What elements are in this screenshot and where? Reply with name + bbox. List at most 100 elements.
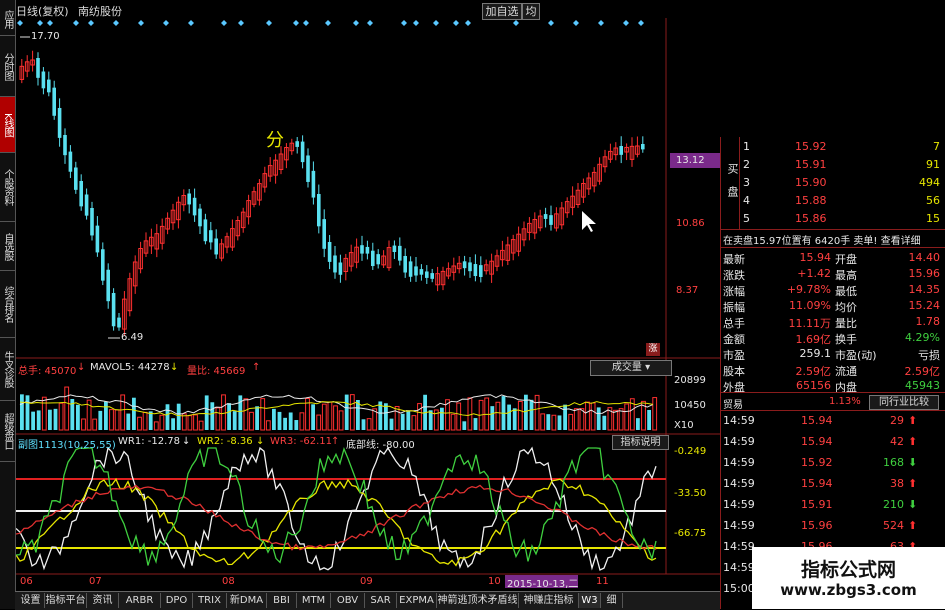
volume-bar bbox=[243, 398, 249, 431]
volume-bar bbox=[272, 408, 276, 430]
signal-diamond-icon bbox=[88, 20, 94, 26]
signal-diamond-icon bbox=[513, 20, 519, 26]
tab-kline[interactable]: K线图 bbox=[0, 97, 15, 153]
bottom-tab[interactable]: ARBR bbox=[119, 593, 161, 608]
volume-bar bbox=[384, 403, 388, 430]
signal-diamond-icon bbox=[638, 20, 644, 26]
order-book-row[interactable]: 4 15.88 56 bbox=[721, 193, 945, 210]
order-volume: 15 bbox=[926, 212, 940, 225]
volume-select[interactable]: 成交量 ▾ bbox=[590, 360, 672, 376]
tab-ranking[interactable]: 综合排名 bbox=[0, 271, 15, 338]
volume-mavol5: MAVOL5: 44278 bbox=[90, 362, 170, 373]
quote-label: 涨跌 bbox=[723, 269, 745, 282]
order-volume: 494 bbox=[919, 176, 940, 189]
volume-bar bbox=[440, 407, 444, 430]
bottom-tab[interactable]: 新DMA bbox=[227, 593, 267, 608]
candle-down bbox=[306, 155, 310, 182]
bottom-tab[interactable]: SAR bbox=[365, 593, 397, 608]
volume-bar bbox=[406, 410, 411, 430]
order-book-row[interactable]: 3 15.90 494 bbox=[721, 175, 945, 192]
bottom-tab[interactable]: DPO bbox=[161, 593, 193, 608]
indicator-help-button[interactable]: 指标说明 bbox=[612, 435, 669, 450]
bottom-tab[interactable]: OBV bbox=[331, 593, 365, 608]
bottom-tab[interactable]: 资讯 bbox=[87, 593, 119, 608]
volume-bar bbox=[92, 418, 98, 431]
tick-volume: 29 bbox=[890, 414, 904, 427]
tab-timeshare[interactable]: 分时图 bbox=[0, 36, 15, 97]
tab-app[interactable]: 应用 bbox=[0, 2, 15, 36]
chart-mode[interactable]: 日线(复权) bbox=[16, 3, 69, 19]
signal-diamond-icon bbox=[238, 20, 244, 26]
bottom-tab[interactable]: 神赚庄指标 bbox=[519, 593, 579, 608]
chart-area[interactable] bbox=[16, 18, 720, 591]
candle-down bbox=[392, 245, 397, 253]
candle-down bbox=[192, 197, 197, 216]
order-price: 15.91 bbox=[795, 158, 827, 171]
tab-super-depth[interactable]: 超级盘口 bbox=[0, 401, 15, 462]
stock-name: 南纺股份 bbox=[78, 5, 122, 18]
candle-down bbox=[41, 71, 46, 89]
candle-down bbox=[408, 261, 413, 277]
tab-watchlist[interactable]: 自选股 bbox=[0, 222, 15, 271]
bottom-tab[interactable]: W3 bbox=[579, 593, 601, 608]
bottom-tab[interactable]: BBI bbox=[267, 593, 297, 608]
volume-bar bbox=[590, 402, 596, 431]
ind-axis-3: -66.75 bbox=[674, 528, 707, 539]
candle-down bbox=[403, 256, 407, 273]
candle-down bbox=[36, 58, 40, 78]
tick-price: 15.96 bbox=[801, 519, 833, 532]
candle-down bbox=[327, 242, 332, 262]
bottom-tab[interactable]: 指标平台 bbox=[45, 593, 87, 608]
order-book-row[interactable]: 5 15.86 15 bbox=[721, 211, 945, 228]
volume-bar bbox=[596, 407, 601, 430]
bottom-tab[interactable]: MTM bbox=[297, 593, 331, 608]
volume-bar bbox=[142, 411, 148, 431]
volume-bar bbox=[507, 404, 511, 430]
bottom-tab[interactable]: 设置 bbox=[17, 593, 45, 608]
signal-diamond-icon bbox=[293, 20, 299, 26]
candle-down bbox=[63, 135, 67, 156]
signal-diamond-icon bbox=[303, 20, 309, 26]
watermark: 指标公式网 www.zbgs3.com bbox=[752, 547, 945, 609]
big-order-info[interactable]: 在卖盘15.97位置有 6420手 卖单! 查看详细 bbox=[723, 232, 921, 247]
volume-bar bbox=[512, 408, 517, 430]
candle-down bbox=[543, 214, 548, 219]
quote-row: 市盈 259.1 市盈(动) 亏损 bbox=[721, 346, 945, 363]
signal-diamond-icon bbox=[465, 20, 471, 26]
signal-diamond-icon bbox=[113, 20, 119, 26]
volume-bar bbox=[602, 415, 607, 430]
quote-value: 15.94 bbox=[799, 251, 832, 264]
industry-compare-button[interactable]: 同行业比较 bbox=[869, 395, 939, 410]
quote-label: 市盈(动) bbox=[835, 349, 877, 362]
volume-bar bbox=[652, 397, 658, 431]
volume-bar bbox=[349, 394, 355, 431]
wr1-value: WR1: -12.78 bbox=[118, 436, 180, 447]
up-arrow-icon: ⬆ bbox=[908, 519, 918, 532]
order-book-row[interactable]: 1 15.92 7 bbox=[721, 139, 945, 156]
signal-diamond-icon bbox=[221, 20, 227, 26]
volume-bar bbox=[333, 405, 338, 431]
tick-time: 14:59 bbox=[723, 540, 755, 553]
quote-value: 2.59亿 bbox=[795, 365, 832, 378]
bottom-tab[interactable]: TRIX bbox=[193, 593, 227, 608]
quote-value: 亏损 bbox=[918, 349, 940, 362]
tick-time: 14:59 bbox=[723, 519, 755, 532]
bottom-tab[interactable]: 神箭逃顶术矛盾线 bbox=[437, 593, 519, 608]
order-price: 15.90 bbox=[795, 176, 827, 189]
volume-bar bbox=[338, 410, 344, 431]
candle-down bbox=[57, 108, 62, 138]
tab-stock-info[interactable]: 个股资料 bbox=[0, 153, 15, 222]
volume-bar bbox=[204, 395, 209, 430]
tab-diagnosis[interactable]: 牛叉诊股 bbox=[0, 338, 15, 401]
signal-diamond-icon bbox=[401, 20, 407, 26]
candle-down bbox=[398, 245, 402, 261]
volume-bar bbox=[327, 401, 333, 431]
order-book-row[interactable]: 2 15.91 91 bbox=[721, 157, 945, 174]
date-tick-07: 07 bbox=[89, 576, 102, 587]
volume-bar bbox=[456, 402, 462, 431]
bottom-tab[interactable]: 细 bbox=[601, 593, 623, 608]
signal-diamond-icon bbox=[266, 20, 272, 26]
candle-down bbox=[333, 255, 337, 273]
wr3-line bbox=[16, 484, 657, 551]
bottom-tab[interactable]: EXPMA bbox=[397, 593, 437, 608]
